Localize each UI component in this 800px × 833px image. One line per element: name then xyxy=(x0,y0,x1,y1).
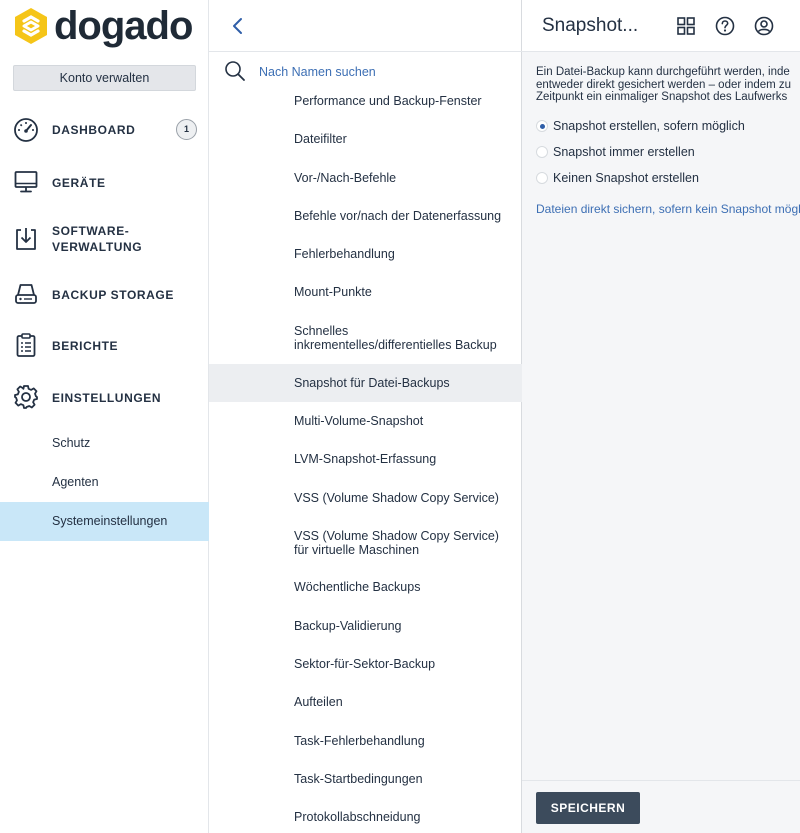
sidebar-item-label: EINSTELLUNGEN xyxy=(52,391,162,405)
snapshot-description: Ein Datei-Backup kann durchgeführt werde… xyxy=(536,66,792,103)
settings-list-item-label: Sektor-für-Sektor-Backup xyxy=(294,657,436,671)
sidebar-item-label: BERICHTE xyxy=(52,339,119,353)
radio-label: Keinen Snapshot erstellen xyxy=(553,171,699,185)
sidebar-subitem-protection[interactable]: Schutz xyxy=(0,424,209,463)
settings-list-item[interactable]: Vor-/Nach-Befehle xyxy=(209,159,522,197)
notification-badge: 1 xyxy=(176,119,197,140)
help-icon[interactable] xyxy=(715,16,735,36)
search-input[interactable] xyxy=(259,62,499,82)
settings-list-item[interactable]: Schnelles inkrementelles/differentielles… xyxy=(209,312,522,364)
settings-list-item-label: Protokollabschneidung xyxy=(294,810,421,824)
detail-panel: Snapshot... Ein Datei-Backup kann durchg… xyxy=(522,0,800,833)
settings-list-item[interactable]: LVM-Snapshot-Erfassung xyxy=(209,440,522,478)
settings-list-item[interactable]: VSS (Volume Shadow Copy Service) für vir… xyxy=(209,517,522,568)
settings-list-item-label: Dateifilter xyxy=(294,132,347,146)
settings-list-item-label: Fehlerbehandlung xyxy=(294,247,395,261)
settings-list-item[interactable]: Backup-Validierung xyxy=(209,607,522,645)
settings-list-item[interactable]: Performance und Backup-Fenster xyxy=(209,82,522,120)
settings-list-item[interactable]: Aufteilen xyxy=(209,683,522,721)
sidebar: dogado Konto verwalten DASHBOARD 1 GERÄT… xyxy=(0,0,209,833)
software-download-icon xyxy=(16,228,36,250)
radio-label: Snapshot erstellen, sofern möglich xyxy=(553,119,745,133)
sidebar-item-devices[interactable]: GERÄTE xyxy=(0,169,209,195)
monitor-icon xyxy=(14,171,38,193)
settings-list-item[interactable]: Mount-Punkte xyxy=(209,273,522,311)
settings-list-item-label: Snapshot für Datei-Backups xyxy=(294,376,450,390)
settings-list-item-label: Multi-Volume-Snapshot xyxy=(294,414,424,428)
radio-button[interactable] xyxy=(536,146,548,158)
list-panel-header xyxy=(209,0,522,52)
radio-label: Snapshot immer erstellen xyxy=(553,145,695,159)
search-icon xyxy=(225,61,245,81)
settings-list-item-label: Befehle vor/nach der Datenerfassung xyxy=(294,209,502,223)
page-title: Snapshot... xyxy=(542,15,639,36)
gear-icon xyxy=(14,385,38,409)
settings-list-item-label: VSS (Volume Shadow Copy Service) xyxy=(294,491,499,505)
sidebar-item-label: GERÄTE xyxy=(52,176,106,190)
settings-list-item[interactable]: Wöchentliche Backups xyxy=(209,568,522,606)
grid-apps-icon[interactable] xyxy=(676,16,696,36)
direct-backup-link[interactable]: Dateien direkt sichern, sofern kein Snap… xyxy=(536,202,800,216)
settings-list-item-label: Schnelles inkrementelles/differentielles… xyxy=(294,324,497,352)
sidebar-item-label: BACKUP STORAGE xyxy=(52,288,174,302)
settings-list-item-label: Aufteilen xyxy=(294,695,343,709)
manage-account-button[interactable]: Konto verwalten xyxy=(13,65,196,91)
sidebar-item-label: VERWALTUNG xyxy=(52,240,143,254)
settings-list-item[interactable]: Sektor-für-Sektor-Backup xyxy=(209,645,522,683)
settings-list-item[interactable]: Befehle vor/nach der Datenerfassung xyxy=(209,197,522,235)
settings-list-item-label: Backup-Validierung xyxy=(294,619,402,633)
settings-list-item[interactable]: Task-Startbedingungen xyxy=(209,760,522,798)
sidebar-subitem-agents[interactable]: Agenten xyxy=(0,463,209,502)
user-account-icon[interactable] xyxy=(754,16,774,36)
settings-list-item-label: Task-Fehlerbehandlung xyxy=(294,734,425,748)
clipboard-icon xyxy=(16,333,36,357)
settings-list-item-label: Task-Startbedingungen xyxy=(294,772,423,786)
radio-button[interactable] xyxy=(536,120,548,132)
settings-list-item-label: LVM-Snapshot-Erfassung xyxy=(294,452,437,466)
brand-logo[interactable]: dogado xyxy=(14,4,193,48)
radio-option-no-snapshot[interactable]: Keinen Snapshot erstellen xyxy=(536,170,699,186)
sidebar-item-reports[interactable]: BERICHTE xyxy=(0,332,209,358)
sidebar-item-software-management[interactable]: SOFTWARE- VERWALTUNG xyxy=(0,222,209,256)
sidebar-subitem-system-settings[interactable]: Systemeinstellungen xyxy=(0,502,209,541)
settings-list-item[interactable]: Snapshot für Datei-Backups xyxy=(209,364,522,402)
gauge-icon xyxy=(14,118,38,142)
settings-list-item-label: Vor-/Nach-Befehle xyxy=(294,171,397,185)
save-button[interactable]: SPEICHERN xyxy=(536,792,640,824)
radio-option-always-create[interactable]: Snapshot immer erstellen xyxy=(536,144,695,160)
radio-button[interactable] xyxy=(536,172,548,184)
sidebar-item-label: DASHBOARD xyxy=(52,123,136,137)
sidebar-item-label: SOFTWARE- xyxy=(52,224,130,238)
settings-list-item[interactable]: Protokollabschneidung xyxy=(209,798,522,833)
settings-list-item[interactable]: VSS (Volume Shadow Copy Service) xyxy=(209,479,522,517)
settings-list-item-label: Wöchentliche Backups xyxy=(294,580,421,594)
settings-list-panel: Performance und Backup-Fenster Dateifilte… xyxy=(209,0,522,833)
detail-footer: SPEICHERN xyxy=(522,780,800,833)
settings-list-item[interactable]: Task-Fehlerbehandlung xyxy=(209,722,522,760)
back-arrow-icon[interactable] xyxy=(227,14,249,38)
settings-list-item-label: Mount-Punkte xyxy=(294,285,372,299)
sidebar-item-backup-storage[interactable]: BACKUP STORAGE xyxy=(0,281,209,307)
dogado-logo-icon xyxy=(15,8,47,44)
radio-option-create-if-possible[interactable]: Snapshot erstellen, sofern möglich xyxy=(536,118,745,134)
settings-list-item-label: Performance und Backup-Fenster xyxy=(294,94,482,108)
settings-list-item[interactable]: Dateifilter xyxy=(209,120,522,158)
sidebar-item-dashboard[interactable]: DASHBOARD 1 xyxy=(0,117,209,143)
brand-name: dogado xyxy=(54,4,193,48)
detail-header: Snapshot... xyxy=(522,0,800,52)
settings-list-item[interactable]: Fehlerbehandlung xyxy=(209,235,522,273)
settings-list-item-label: VSS (Volume Shadow Copy Service) für vir… xyxy=(294,528,499,557)
hard-drive-icon xyxy=(15,284,37,304)
sidebar-item-settings[interactable]: EINSTELLUNGEN xyxy=(0,384,209,410)
settings-list-item[interactable]: Multi-Volume-Snapshot xyxy=(209,402,522,440)
